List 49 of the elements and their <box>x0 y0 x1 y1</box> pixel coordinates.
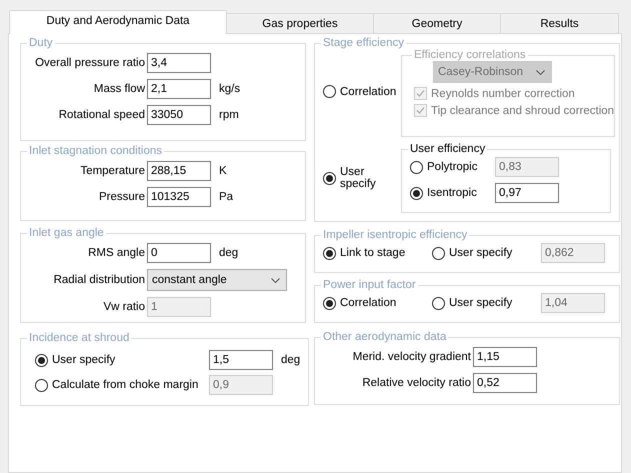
field-label: Vw ratio <box>102 301 146 313</box>
input-field[interactable]: 1,5 <box>209 350 273 370</box>
tab[interactable]: Results <box>500 13 619 33</box>
radio-button[interactable]: Isentropic <box>410 186 495 200</box>
unit-label: K <box>218 165 228 177</box>
input-field[interactable]: 33050 <box>147 105 211 125</box>
field-label: Radial distribution <box>52 274 146 286</box>
group-title: Stage efficiency <box>322 37 405 49</box>
field-label: Pressure <box>98 191 146 203</box>
unit-label: rpm <box>218 109 240 121</box>
caret-icon <box>536 70 545 74</box>
group-title: Efficiency correlations <box>413 49 527 61</box>
input-field[interactable]: 3,4 <box>147 53 211 73</box>
checkmark-icon <box>415 88 426 99</box>
checkmark-icon <box>415 105 426 116</box>
input-field[interactable]: 0,97 <box>495 183 559 203</box>
radio-button[interactable]: Correlation <box>323 296 432 310</box>
field-label: Temperature <box>79 165 146 177</box>
unit-label: Pa <box>218 191 234 203</box>
input-field[interactable]: 0 <box>147 243 211 263</box>
field-label: Merid. velocity gradient <box>352 351 472 363</box>
field-label: Rotational speed <box>58 109 146 121</box>
unit-label: deg <box>280 354 300 366</box>
field-label: Overall pressure ratio <box>34 57 146 69</box>
group-title: Inlet stagnation conditions <box>28 145 163 157</box>
input-field[interactable]: 288,15 <box>147 161 211 181</box>
group-title: Duty <box>28 37 54 49</box>
group-title: User efficiency <box>409 143 486 155</box>
radio-button[interactable]: User specify <box>35 354 209 366</box>
radio-button[interactable]: Link to stage <box>323 246 432 260</box>
input-field[interactable]: 1,15 <box>473 347 537 367</box>
group-title: Inlet gas angle <box>28 227 105 239</box>
group-title: Power input factor <box>322 279 417 291</box>
field-label: RMS angle <box>87 247 146 259</box>
tab[interactable]: Duty and Aerodynamic Data <box>9 10 227 34</box>
input-field[interactable]: 2,1 <box>147 79 211 99</box>
field-label: Relative velocity ratio <box>361 377 472 389</box>
radio-button[interactable]: User specify <box>323 166 385 190</box>
unit-label: deg <box>218 247 240 259</box>
caret-icon <box>271 278 280 282</box>
radio-button[interactable]: Correlation <box>323 85 396 98</box>
field-label: Mass flow <box>92 83 146 95</box>
dropdown[interactable]: constant angle <box>147 269 287 291</box>
group-title: Incidence at shroud <box>28 332 130 344</box>
input-field[interactable]: 101325 <box>147 187 211 207</box>
input-field[interactable]: 0,52 <box>473 373 537 393</box>
group-title: Other aerodynamic data <box>322 331 448 343</box>
unit-label: kg/s <box>218 83 242 95</box>
group-title: Impeller isentropic efficiency <box>322 229 468 241</box>
